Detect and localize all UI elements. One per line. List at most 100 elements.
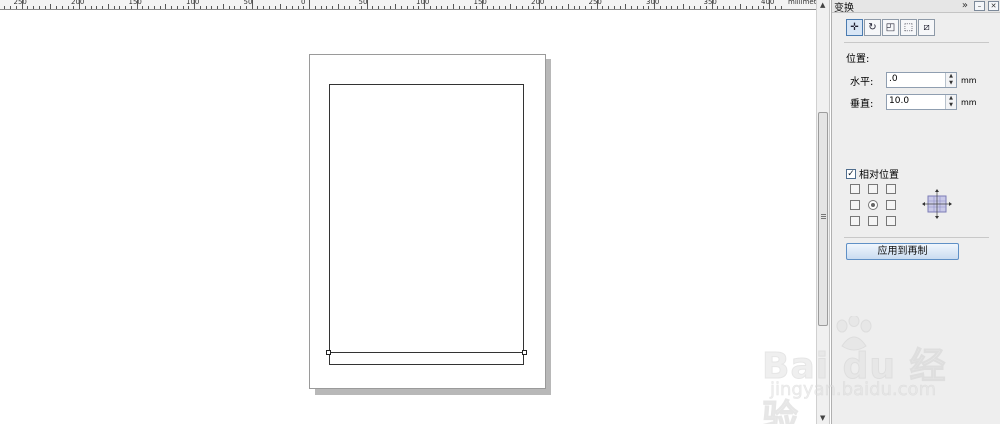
ruler-tick: [636, 6, 638, 9]
ruler-tick: [602, 6, 604, 9]
ruler-tick: [711, 0, 713, 9]
ruler-tick: [4, 6, 6, 9]
ruler-tick: [360, 6, 362, 9]
ruler-tick: [470, 6, 471, 9]
ruler-tick: [10, 6, 11, 9]
ruler-tick: [337, 4, 339, 9]
position-section-label: 位置:: [846, 54, 870, 65]
ruler-tick: [424, 0, 425, 9]
anchor-middle-left[interactable]: [850, 200, 860, 210]
ruler-tick: [33, 6, 34, 9]
ruler-tick: [665, 6, 667, 9]
horizontal-ruler[interactable]: millimeters 2502001501005005010015020025…: [0, 0, 816, 10]
ruler-tick: [21, 0, 23, 9]
rotate-icon[interactable]: ↻: [864, 19, 881, 36]
ruler-tick: [441, 6, 443, 9]
ruler-tick: [96, 6, 98, 9]
document-page[interactable]: [309, 54, 546, 389]
minimize-docker-button[interactable]: –: [974, 1, 985, 11]
watermark-url: jingyan.baidu.com: [770, 379, 937, 401]
apply-to-duplicate-button[interactable]: 应用到再制: [846, 243, 959, 260]
ruler-tick: [780, 6, 782, 9]
close-docker-button[interactable]: ✕: [988, 1, 999, 11]
ruler-tick: [79, 0, 80, 9]
anchor-top-left[interactable]: [850, 184, 860, 194]
size-icon[interactable]: ⬚: [900, 19, 917, 36]
anchor-top-center[interactable]: [868, 184, 878, 194]
vertical-field-row: 垂直: 10.0 ▲ ▼ mm: [850, 94, 977, 110]
horizontal-value: .0: [889, 74, 898, 84]
anchor-bottom-center[interactable]: [868, 216, 878, 226]
ruler-tick: [165, 4, 167, 9]
ruler-tick: [27, 6, 29, 9]
scrollbar-thumb[interactable]: [818, 112, 828, 326]
ruler-tick: [648, 6, 650, 9]
baidu-jingyan-watermark: Bai du 经验 jingyan.baidu.com: [762, 316, 962, 424]
ruler-tick: [188, 6, 190, 9]
ruler-tick: [740, 4, 742, 9]
ruler-tick: [418, 6, 420, 9]
position-icon[interactable]: ✛: [846, 19, 863, 36]
rectangle-object[interactable]: [329, 84, 524, 365]
ruler-tick: [688, 6, 690, 9]
ruler-tick: [119, 6, 121, 9]
ruler-tick: [148, 6, 149, 9]
scroll-up-arrow-icon[interactable]: ▲: [820, 1, 825, 9]
ruler-tick: [332, 6, 333, 9]
ruler-tick: [107, 4, 109, 9]
expand-chevron-icon[interactable]: »: [962, 1, 968, 11]
ruler-tick: [90, 6, 92, 9]
ruler-tick: [677, 6, 678, 9]
docker-title-bar: 变换 » – ✕: [832, 0, 1000, 14]
ruler-tick: [125, 6, 126, 9]
ruler-tick: [73, 6, 75, 9]
horizontal-spin-arrows-icon[interactable]: ▲ ▼: [945, 73, 956, 87]
anchor-bottom-left[interactable]: [850, 216, 860, 226]
vertical-value: 10.0: [889, 96, 910, 106]
ruler-tick: [291, 6, 293, 9]
anchor-middle-right[interactable]: [886, 200, 896, 210]
anchor-bottom-right[interactable]: [886, 216, 896, 226]
ruler-tick: [171, 6, 172, 9]
ruler-tick: [268, 6, 270, 9]
ruler-tick: [527, 6, 529, 9]
node-handle-left[interactable]: [326, 350, 331, 355]
ruler-tick: [590, 6, 592, 9]
relative-position-checkbox[interactable]: ✓: [846, 168, 856, 179]
anchor-center[interactable]: [868, 200, 878, 210]
ruler-tick: [487, 6, 489, 9]
ruler-tick: [539, 0, 540, 9]
vertical-input[interactable]: 10.0 ▲ ▼: [886, 94, 957, 110]
divider: [844, 237, 989, 238]
ruler-tick: [516, 6, 517, 9]
ruler-tick: [774, 6, 776, 9]
ruler-tick: [389, 6, 391, 9]
ruler-tick: [705, 6, 707, 9]
ruler-tick: [15, 6, 17, 9]
ruler-tick: [659, 6, 661, 9]
ruler-tick: [217, 6, 218, 9]
horizontal-input[interactable]: .0 ▲ ▼: [886, 72, 957, 88]
ruler-tick: [493, 6, 494, 9]
ruler-tick: [401, 6, 402, 9]
horizontal-unit: mm: [961, 75, 977, 85]
ruler-tick: [550, 6, 552, 9]
anchor-top-right[interactable]: [886, 184, 896, 194]
ruler-tick: [654, 0, 655, 9]
scale-icon[interactable]: ◰: [882, 19, 899, 36]
selected-line-object[interactable]: [329, 352, 524, 353]
ruler-tick: [378, 6, 379, 9]
ruler-tick: [349, 6, 351, 9]
node-handle-right[interactable]: [522, 350, 527, 355]
drawing-canvas[interactable]: [0, 11, 816, 424]
ruler-tick: [297, 6, 299, 9]
ruler-tick: [746, 6, 747, 9]
ruler-tick: [585, 6, 586, 9]
ruler-tick: [521, 6, 523, 9]
ruler-tick: [383, 6, 385, 9]
ruler-tick: [562, 6, 563, 9]
skew-icon[interactable]: ⧄: [918, 19, 935, 36]
ruler-tick: [412, 6, 414, 9]
vertical-spin-arrows-icon[interactable]: ▲ ▼: [945, 95, 956, 109]
ruler-tick: [694, 6, 696, 9]
